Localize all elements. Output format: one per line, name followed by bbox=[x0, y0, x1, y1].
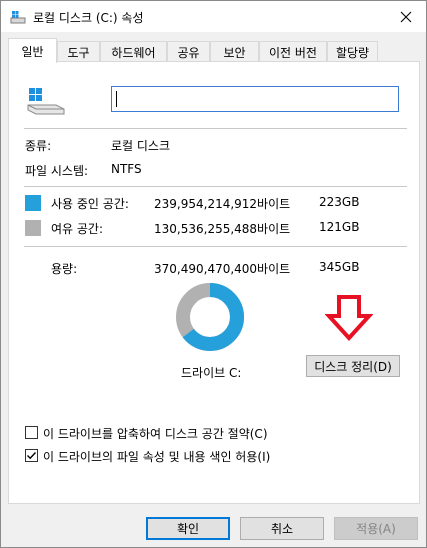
used-space-bytes: 239,954,214,912바이트 bbox=[154, 197, 291, 211]
free-space-bytes: 130,536,255,488바이트 bbox=[154, 222, 291, 236]
tab-security[interactable]: 보안 bbox=[210, 41, 259, 62]
ok-button[interactable]: 확인 bbox=[146, 517, 230, 540]
window-title: 로컬 디스크 (C:) 속성 bbox=[33, 11, 144, 25]
tab-quota[interactable]: 할당량 bbox=[327, 41, 378, 62]
title-bar: 로컬 디스크 (C:) 속성 bbox=[1, 1, 426, 32]
close-button[interactable] bbox=[386, 1, 426, 32]
disk-cleanup-button[interactable]: 디스크 정리(D) bbox=[306, 355, 400, 377]
compress-checkbox[interactable] bbox=[25, 426, 38, 439]
type-value: 로컬 디스크 bbox=[111, 139, 171, 153]
free-space-size: 121GB bbox=[319, 220, 360, 234]
usage-donut-chart bbox=[176, 283, 244, 351]
tab-hardware[interactable]: 하드웨어 bbox=[100, 41, 167, 62]
free-space-label: 여유 공간: bbox=[51, 222, 104, 236]
close-icon bbox=[400, 11, 412, 22]
text-cursor bbox=[116, 91, 117, 107]
drive-name-input[interactable] bbox=[111, 86, 399, 112]
down-arrow-icon bbox=[325, 295, 373, 341]
capacity-label: 용량: bbox=[51, 262, 78, 276]
free-space-swatch bbox=[25, 220, 41, 236]
filesystem-label: 파일 시스템: bbox=[25, 164, 89, 178]
drive-icon bbox=[10, 11, 26, 24]
apply-button[interactable]: 적용(A) bbox=[334, 517, 418, 540]
type-label: 종류: bbox=[25, 139, 52, 153]
divider bbox=[24, 128, 407, 129]
divider bbox=[24, 186, 407, 187]
tab-general[interactable]: 일반 bbox=[8, 38, 57, 63]
index-label: 이 드라이브의 파일 속성 및 내용 색인 허용(I) bbox=[43, 450, 271, 464]
used-space-size: 223GB bbox=[319, 195, 360, 209]
drive-letter-label: 드라이브 C: bbox=[181, 366, 242, 380]
general-panel: 종류: 로컬 디스크 파일 시스템: NTFS 사용 중인 공간: 239,95… bbox=[8, 61, 420, 504]
checkmark-icon bbox=[27, 452, 37, 460]
filesystem-value: NTFS bbox=[111, 162, 142, 176]
used-space-swatch bbox=[25, 195, 41, 211]
capacity-size: 345GB bbox=[319, 260, 360, 274]
properties-window: 로컬 디스크 (C:) 속성 일반 도구 하드웨어 공유 보안 이전 버전 할당… bbox=[0, 0, 427, 548]
divider bbox=[24, 246, 407, 247]
tab-tools[interactable]: 도구 bbox=[57, 41, 100, 62]
index-checkbox[interactable] bbox=[25, 449, 38, 462]
capacity-bytes: 370,490,470,400바이트 bbox=[154, 262, 291, 276]
tab-strip: 일반 도구 하드웨어 공유 보안 이전 버전 할당량 bbox=[8, 38, 420, 63]
tab-previous-versions[interactable]: 이전 버전 bbox=[259, 41, 327, 62]
compress-label: 이 드라이브를 압축하여 디스크 공간 절약(C) bbox=[43, 427, 268, 441]
windows-drive-icon bbox=[27, 88, 65, 115]
cancel-button[interactable]: 취소 bbox=[240, 517, 324, 540]
used-space-label: 사용 중인 공간: bbox=[51, 197, 129, 211]
tab-sharing[interactable]: 공유 bbox=[167, 41, 210, 62]
